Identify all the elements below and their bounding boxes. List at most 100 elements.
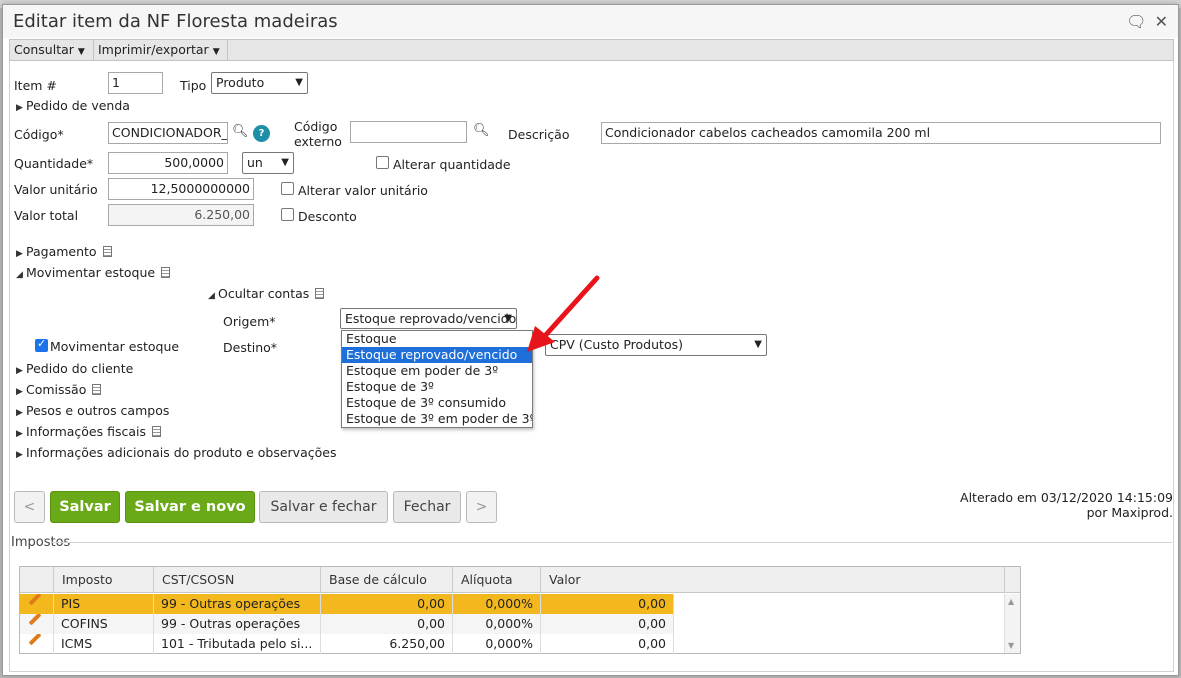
table-cell: 101 - Tributada pelo si... [154, 634, 321, 654]
section-ocultar-contas[interactable]: ◢ Ocultar contas [208, 286, 325, 301]
column-header: Valor [541, 567, 1005, 593]
expand-triangle-icon: ▶ [16, 429, 23, 439]
chevron-down-icon: ▼ [754, 339, 762, 350]
expand-triangle-icon: ▶ [16, 103, 23, 113]
destino-label: Destino* [223, 340, 278, 355]
table-cell: 0,00 [321, 614, 453, 634]
expand-triangle-icon: ▶ [16, 408, 23, 418]
unidade-select[interactable]: un ▼ [242, 152, 294, 174]
speech-bubble-icon[interactable]: 🗨 [1126, 12, 1146, 31]
codigo-label: Código* [14, 127, 64, 142]
quantidade-input[interactable]: 500,0000 [108, 152, 228, 174]
dialog-titlebar: Editar item da NF Floresta madeiras 🗨 ✕ [3, 5, 1178, 38]
codigo-externo-label-1: Código [294, 119, 338, 134]
alterar-quantidade-label: Alterar quantidade [393, 157, 511, 172]
section-pedido-cliente-label: Pedido do cliente [26, 361, 134, 376]
alterar-valor-unitario-label: Alterar valor unitário [298, 183, 428, 198]
pencil-icon [28, 634, 42, 646]
pencil-icon [28, 594, 42, 606]
previous-item-button[interactable]: < [14, 491, 45, 523]
dropdown-option[interactable]: Estoque de 3º consumido [342, 395, 532, 411]
codigo-input[interactable]: CONDICIONADOR_ [108, 122, 228, 144]
section-pedido-cliente[interactable]: ▶ Pedido do cliente [16, 361, 133, 376]
column-header: Alíquota [453, 567, 541, 593]
help-icon[interactable]: ? [253, 125, 270, 142]
section-comissao[interactable]: ▶ Comissão [16, 382, 102, 397]
item-number-input[interactable]: 1 [108, 72, 163, 94]
notes-icon [161, 267, 171, 278]
table-row[interactable]: COFINS 99 - Outras operações 0,00 0,000%… [20, 614, 674, 634]
dropdown-option-selected[interactable]: Estoque reprovado/vencido [342, 347, 532, 363]
dropdown-option[interactable]: Estoque de 3º [342, 379, 532, 395]
table-cell: 0,00 [541, 634, 674, 654]
notes-icon [315, 288, 325, 299]
table-row[interactable]: ICMS 101 - Tributada pelo si... 6.250,00… [20, 634, 674, 654]
column-header-edit [20, 567, 54, 593]
save-and-close-button[interactable]: Salvar e fechar [259, 491, 388, 523]
audit-line-2: por Maxiprod. [1086, 505, 1173, 520]
table-cell: 0,00 [321, 594, 453, 614]
menu-imprimir[interactable]: Imprimir/exportar ▼ [94, 40, 228, 60]
section-pagamento[interactable]: ▶ Pagamento [16, 244, 112, 259]
table-cell: 99 - Outras operações [154, 594, 321, 614]
valor-unitario-input[interactable]: 12,5000000000 [108, 178, 254, 200]
alterar-quantidade-checkbox[interactable] [376, 156, 389, 169]
alterar-valor-unitario-checkbox[interactable] [281, 182, 294, 195]
save-button[interactable]: Salvar [50, 491, 120, 523]
movimentar-estoque-checkbox[interactable] [35, 337, 48, 352]
codigo-externo-input[interactable] [350, 121, 467, 143]
desconto-checkbox[interactable] [281, 208, 294, 221]
expand-triangle-icon: ▶ [16, 366, 23, 376]
section-movimentar-estoque[interactable]: ◢ Movimentar estoque [16, 265, 171, 280]
section-info-fiscais[interactable]: ▶ Informações fiscais [16, 424, 162, 439]
expand-triangle-icon: ▶ [16, 387, 23, 397]
close-icon[interactable]: ✕ [1155, 12, 1168, 31]
section-info-adicionais-label: Informações adicionais do produto e obse… [26, 445, 337, 460]
tipo-select[interactable]: Produto ▼ [211, 72, 308, 94]
section-info-adicionais[interactable]: ▶ Informações adicionais do produto e obs… [16, 445, 336, 460]
column-header: Base de cálculo [321, 567, 453, 593]
table-cell: ICMS [54, 634, 154, 654]
close-button[interactable]: Fechar [393, 491, 461, 523]
section-info-fiscais-label: Informações fiscais [26, 424, 147, 439]
codigo-externo-label-2: externo [294, 134, 342, 149]
next-item-button[interactable]: > [466, 491, 497, 523]
descricao-label: Descrição [508, 127, 570, 142]
dropdown-option[interactable]: Estoque [342, 331, 532, 347]
origem-select[interactable]: Estoque reprovado/vencido ▼ [340, 308, 517, 329]
chevron-down-icon: ▼ [504, 313, 512, 324]
section-pedido-venda[interactable]: ▶ Pedido de venda [16, 98, 130, 113]
desconto-label: Desconto [298, 209, 357, 224]
table-scrollbar[interactable]: ▲ ▼ [1004, 594, 1020, 653]
section-pesos[interactable]: ▶ Pesos e outros campos [16, 403, 169, 418]
menu-imprimir-label: Imprimir/exportar [98, 42, 209, 57]
expand-triangle-icon: ▶ [16, 249, 23, 259]
search-icon[interactable]: 🔍︎ [232, 124, 249, 139]
save-and-new-button[interactable]: Salvar e novo [125, 491, 255, 523]
chevron-down-icon: ▼ [295, 77, 303, 88]
edit-cell[interactable] [20, 614, 54, 634]
section-pesos-label: Pesos e outros campos [26, 403, 170, 418]
search-icon[interactable]: 🔍︎ [473, 123, 490, 138]
edit-cell[interactable] [20, 594, 54, 614]
tipo-label: Tipo [180, 78, 207, 93]
dropdown-option[interactable]: Estoque de 3º em poder de 3º [342, 411, 532, 427]
valor-total-label: Valor total [14, 208, 79, 223]
column-header-spacer [1005, 567, 1020, 593]
arrow-shaft [540, 275, 600, 341]
scroll-up-icon[interactable]: ▲ [1008, 597, 1014, 606]
menu-consultar[interactable]: Consultar ▼ [10, 40, 94, 60]
notes-icon [92, 384, 102, 395]
impostos-divider [52, 542, 1172, 543]
table-cell: 0,00 [541, 594, 674, 614]
section-comissao-label: Comissão [26, 382, 87, 397]
audit-line-1: Alterado em 03/12/2020 14:15:09 [960, 490, 1173, 505]
impostos-table: Imposto CST/CSOSN Base de cálculo Alíquo… [19, 566, 1021, 654]
descricao-input[interactable]: Condicionador cabelos cacheados camomila… [601, 122, 1161, 144]
table-cell: 0,000% [453, 634, 541, 654]
dropdown-option[interactable]: Estoque em poder de 3º [342, 363, 532, 379]
table-row[interactable]: PIS 99 - Outras operações 0,00 0,000% 0,… [20, 594, 674, 614]
edit-cell[interactable] [20, 634, 54, 654]
scroll-down-icon[interactable]: ▼ [1008, 641, 1014, 650]
red-arrow-annotation [527, 275, 600, 352]
